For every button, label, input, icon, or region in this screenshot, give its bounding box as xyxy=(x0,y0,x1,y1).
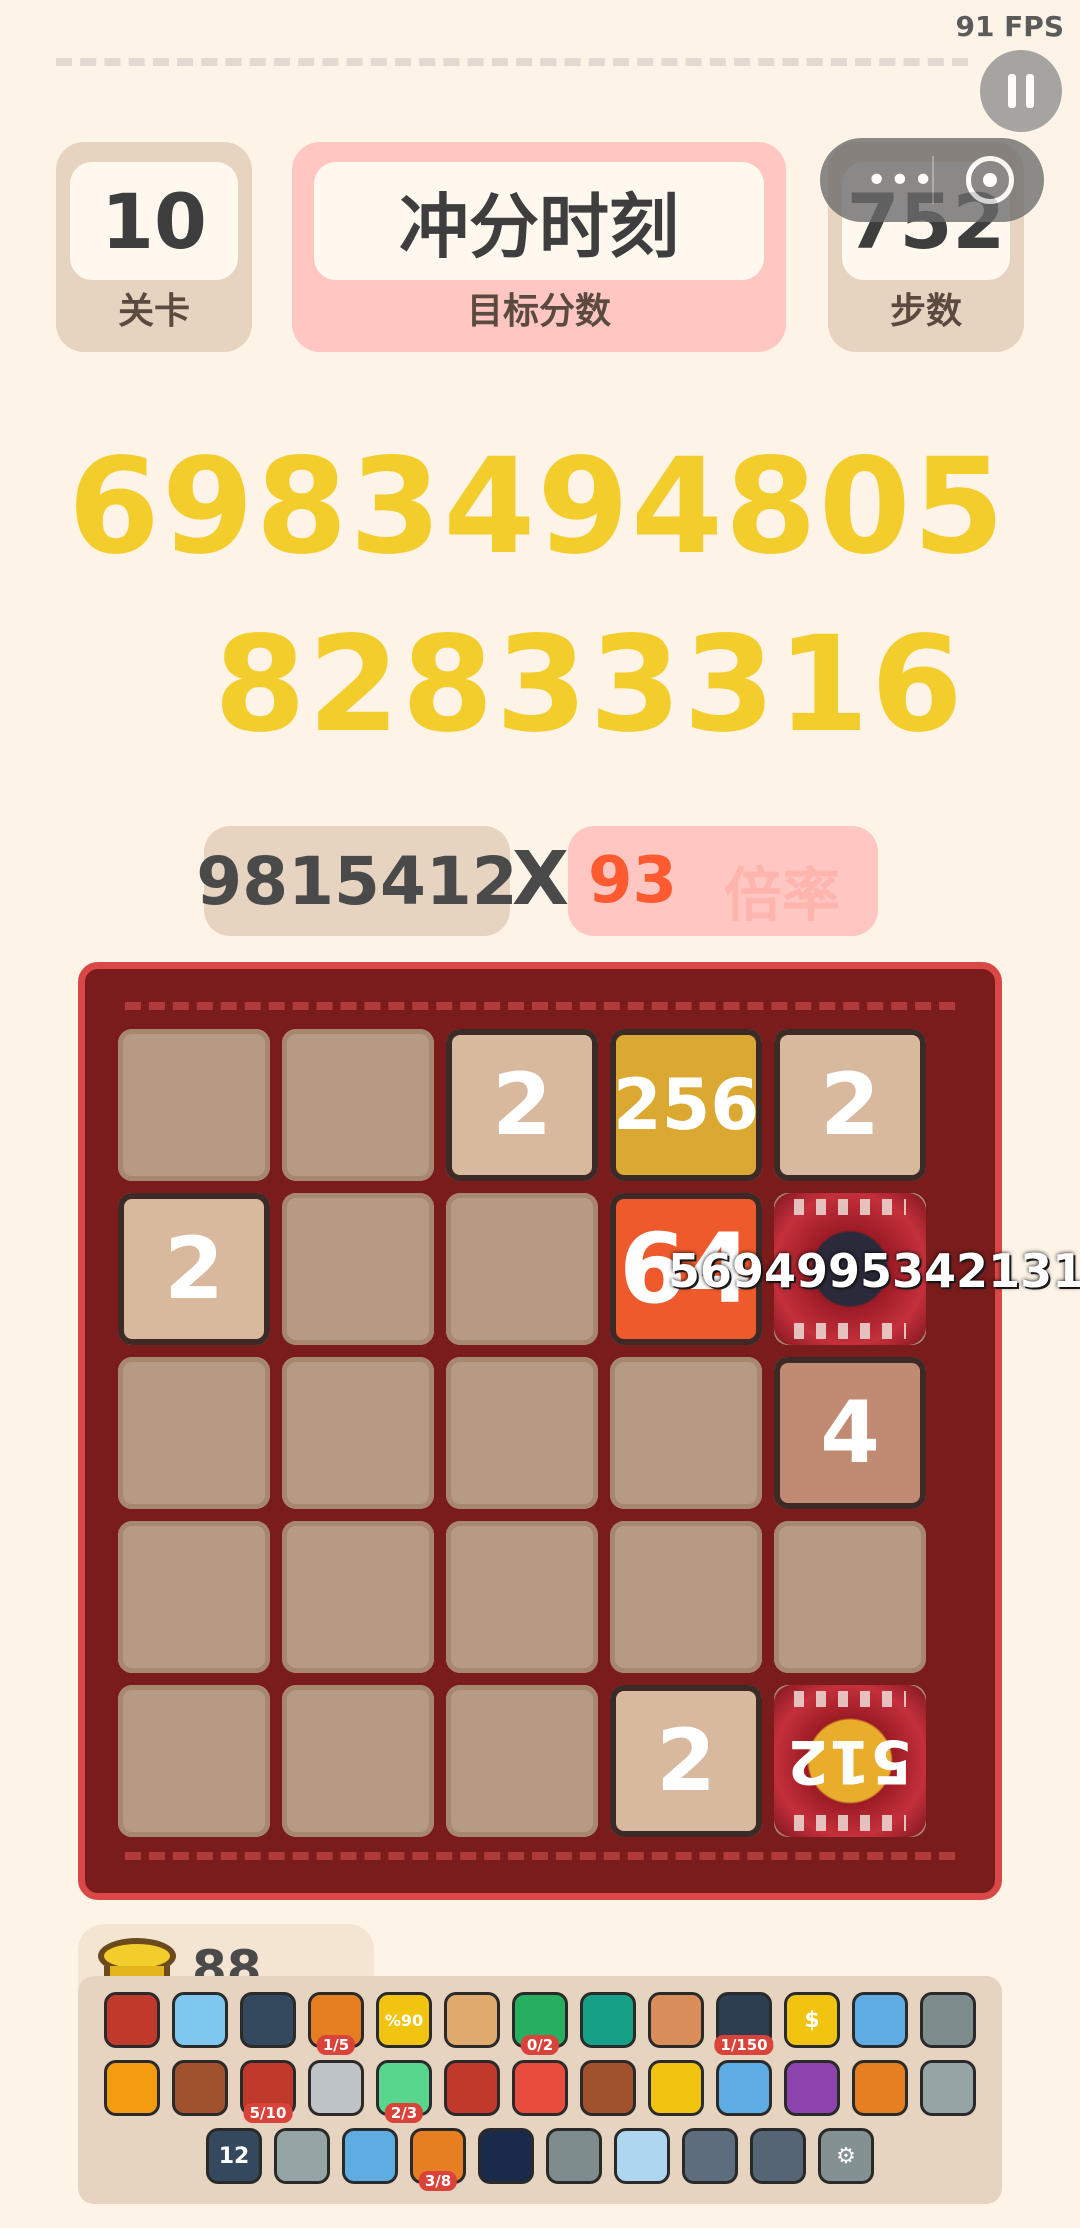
board-cell xyxy=(118,1521,270,1673)
item-count-badge: 5/10 xyxy=(243,2103,293,2123)
blue-hourglass-icon[interactable] xyxy=(342,2128,398,2184)
board-cell xyxy=(610,1521,762,1673)
item-count-badge: 1/5 xyxy=(316,2035,356,2055)
board-cell xyxy=(282,1357,434,1509)
steps-label: 步数 xyxy=(889,291,962,332)
treasure-box-icon[interactable] xyxy=(580,2060,636,2116)
dark-orb-icon[interactable] xyxy=(478,2128,534,2184)
damage-number: 56949953421318 xyxy=(668,1244,1080,1298)
chalice-icon[interactable] xyxy=(920,2060,976,2116)
number-tile[interactable]: 2 xyxy=(446,1029,598,1181)
crystal-icon[interactable] xyxy=(852,1992,908,2048)
target-score-panel: 冲分时刻 目标分数 xyxy=(292,142,786,352)
boot-icon[interactable] xyxy=(172,2060,228,2116)
board-cell xyxy=(118,1029,270,1181)
chest-icon[interactable] xyxy=(716,2060,772,2116)
board-cell xyxy=(446,1193,598,1345)
level-value: 10 xyxy=(70,162,238,280)
purple-gem-coin-icon[interactable] xyxy=(104,2060,160,2116)
fire-stone-icon[interactable]: 1/5 xyxy=(308,1992,364,2055)
fps-counter: 91 FPS xyxy=(955,10,1064,43)
board-cell xyxy=(282,1029,434,1181)
pyramid-eye-icon[interactable] xyxy=(580,1992,636,2048)
discount-90-icon[interactable]: %90 xyxy=(376,1992,432,2048)
item-glyph: 12 xyxy=(218,2143,250,2169)
leaf-icon[interactable]: 2/3 xyxy=(376,2060,432,2123)
monster-value: 512 xyxy=(787,1726,913,1796)
close-target-icon[interactable] xyxy=(966,156,1014,204)
capsule-divider xyxy=(932,156,934,204)
monster-tile[interactable]: 512 xyxy=(774,1685,926,1837)
gold-ring-icon[interactable]: 3/8 xyxy=(410,2128,466,2191)
hourglass-icon[interactable] xyxy=(852,2060,908,2116)
board-cell xyxy=(446,1521,598,1673)
pause-button[interactable] xyxy=(980,50,1062,132)
item-inventory: 1/5 %90 0/2 1/150 $ 5/10 2/3 12 3/8 ⚙ xyxy=(78,1976,1002,2204)
board-cell xyxy=(610,1357,762,1509)
pistol-icon[interactable] xyxy=(546,2128,602,2184)
crossed-swords-icon[interactable] xyxy=(648,2060,704,2116)
mode-title: 冲分时刻 xyxy=(314,162,764,280)
item-row: 1/5 %90 0/2 1/150 $ xyxy=(78,1992,1002,2055)
board-border-top xyxy=(125,1002,955,1010)
total-score-line-1: 6983494805 xyxy=(68,430,1007,584)
number-tile[interactable]: 2 xyxy=(774,1029,926,1181)
dice-12-icon[interactable]: 12 xyxy=(206,2128,262,2184)
demon-mask-icon[interactable] xyxy=(104,1992,160,2048)
candle-icon[interactable] xyxy=(308,2060,364,2116)
bank-card-icon[interactable] xyxy=(444,1992,500,2048)
board-cell xyxy=(118,1685,270,1837)
number-tile[interactable]: 2 xyxy=(610,1685,762,1837)
more-icon[interactable]: ••• xyxy=(866,160,936,201)
board-cell xyxy=(446,1685,598,1837)
target-score-label: 目标分数 xyxy=(466,291,611,332)
ice-cube-icon[interactable] xyxy=(172,1992,228,2048)
amethyst-icon[interactable] xyxy=(784,2060,840,2116)
shield-upgrade-icon[interactable]: 0/2 xyxy=(512,1992,568,2055)
item-count-badge: 3/8 xyxy=(418,2171,458,2191)
level-label: 关卡 xyxy=(117,291,190,332)
board-cell xyxy=(446,1357,598,1509)
board-cell xyxy=(774,1521,926,1673)
item-glyph: $ xyxy=(804,2007,820,2033)
number-tile[interactable]: 256 xyxy=(610,1029,762,1181)
board-cell xyxy=(282,1685,434,1837)
item-count-badge: 2/3 xyxy=(384,2103,424,2123)
axe-icon[interactable] xyxy=(750,2128,806,2184)
item-row: 12 3/8 ⚙ xyxy=(78,2128,1002,2191)
item-row: 5/10 2/3 xyxy=(78,2060,1002,2123)
top-divider xyxy=(56,58,968,66)
miniprogram-capsule[interactable]: ••• xyxy=(820,138,1044,222)
multiplier-label: 倍率 xyxy=(724,861,841,929)
multiplier-pill: 93 倍率 xyxy=(568,826,878,936)
dynamite-icon[interactable] xyxy=(444,2060,500,2116)
item-count-badge: 1/150 xyxy=(714,2035,774,2055)
item-count-badge: 0/2 xyxy=(520,2035,560,2055)
number-tile[interactable]: 4 xyxy=(774,1357,926,1509)
game-board[interactable]: 2 256 2 2 64 4 2 512 xyxy=(78,962,1002,1900)
gold-coin-icon[interactable]: $ xyxy=(784,1992,840,2048)
board-cell xyxy=(118,1357,270,1509)
total-score-line-2: 82833316 xyxy=(214,608,965,762)
item-glyph: ⚙ xyxy=(836,2143,856,2169)
board-cell xyxy=(282,1521,434,1673)
ring-icon[interactable] xyxy=(648,1992,704,2048)
fire-shield-icon[interactable]: 5/10 xyxy=(240,2060,296,2123)
board-border-bottom xyxy=(125,1852,955,1860)
compass-icon[interactable]: 1/150 xyxy=(714,1992,774,2055)
gear-icon[interactable]: ⚙ xyxy=(818,2128,874,2184)
iron-boot-icon[interactable] xyxy=(274,2128,330,2184)
times-sign: X xyxy=(512,836,570,922)
ninja-mask-icon[interactable] xyxy=(240,1992,296,2048)
multiplier-value: 93 xyxy=(588,844,678,918)
board-cell xyxy=(282,1193,434,1345)
feather-icon[interactable] xyxy=(614,2128,670,2184)
sneaker-icon[interactable] xyxy=(512,2060,568,2116)
rock-icon[interactable] xyxy=(920,1992,976,2048)
item-glyph: %90 xyxy=(384,2010,424,2030)
number-tile[interactable]: 2 xyxy=(118,1193,270,1345)
base-score: 9815412 xyxy=(196,826,518,936)
level-panel: 10 关卡 xyxy=(56,142,252,352)
winged-heart-icon[interactable] xyxy=(682,2128,738,2184)
